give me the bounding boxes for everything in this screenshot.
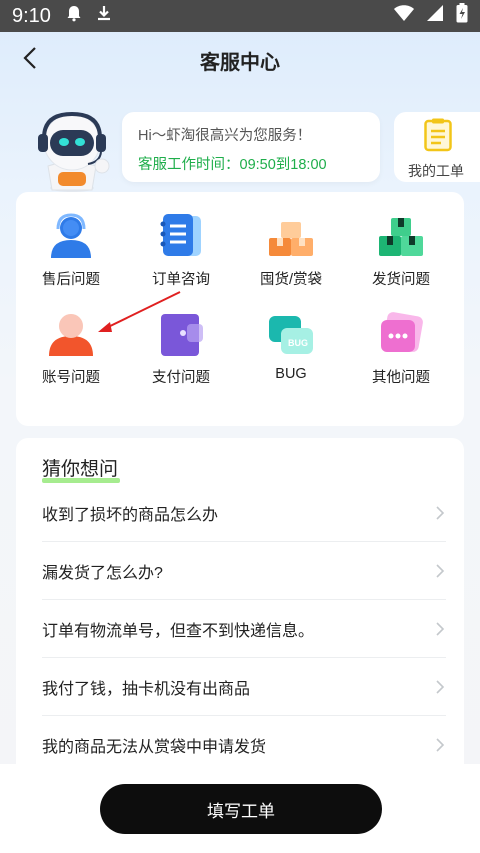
faq-item[interactable]: 漏发货了怎么办? <box>42 542 446 600</box>
user-avatar-icon <box>47 310 95 358</box>
robot-mascot-icon <box>28 108 116 192</box>
faq-question: 收到了损坏的商品怎么办 <box>42 506 219 524</box>
chevron-right-icon <box>434 505 446 520</box>
faq-item[interactable]: 我付了钱，抽卡机没有出商品 <box>42 658 446 716</box>
service-hours-text: 客服工作时间：09:50到18:00 <box>138 157 327 173</box>
faq-item[interactable]: 订单有物流单号，但查不到快递信息。 <box>42 600 446 658</box>
faq-title: 猜你想问 <box>42 459 119 480</box>
faq-title-wrap: 猜你想问 <box>42 454 120 483</box>
notebook-icon <box>157 212 205 260</box>
category-shipping[interactable]: 发货问题 <box>346 192 456 288</box>
category-other[interactable]: 其他问题 <box>346 290 456 386</box>
category-order-inquiry[interactable]: 订单咨询 <box>126 192 236 288</box>
clipboard-icon <box>424 118 452 157</box>
category-bug[interactable]: BUG BUG <box>236 290 346 386</box>
category-label: 囤货/赏袋 <box>259 272 323 288</box>
my-tickets-label: 我的工单 <box>408 163 464 179</box>
category-after-sales[interactable]: 售后问题 <box>16 192 126 288</box>
back-button[interactable] <box>14 44 46 76</box>
faq-question: 我付了钱，抽卡机没有出商品 <box>42 680 251 698</box>
wifi-icon <box>394 4 414 28</box>
svg-text:BUG: BUG <box>288 338 308 348</box>
category-label: 订单咨询 <box>152 272 210 288</box>
category-label: 支付问题 <box>152 370 210 386</box>
category-label: 其他问题 <box>372 370 430 386</box>
faq-question: 漏发货了怎么办? <box>42 564 163 582</box>
status-time: 9:10 <box>12 4 51 27</box>
submit-ticket-button[interactable]: 填写工单 <box>100 784 382 834</box>
category-label: 账号问题 <box>42 370 100 386</box>
boxes-icon <box>267 212 315 260</box>
greeting-text: Hi～虾淘很高兴为您服务！ <box>138 128 312 144</box>
chevron-right-icon <box>434 738 446 752</box>
my-tickets-button[interactable]: 我的工单 <box>394 112 480 182</box>
bug-chat-icon: BUG <box>267 310 315 358</box>
status-bar: 9:10 <box>0 0 480 32</box>
download-icon <box>95 4 113 28</box>
more-chat-icon <box>377 310 425 358</box>
category-label: BUG <box>275 366 307 382</box>
category-account[interactable]: 账号问题 <box>16 290 126 386</box>
faq-question: 我的商品无法从赏袋中申请发货 <box>42 739 267 756</box>
wallet-icon <box>157 310 205 358</box>
chevron-right-icon <box>434 563 446 578</box>
notification-bell-icon <box>65 4 83 28</box>
header: 客服中心 <box>0 32 480 88</box>
chevron-right-icon <box>434 679 446 694</box>
category-payment[interactable]: 支付问题 <box>126 290 236 386</box>
faq-panel: 猜你想问 收到了损坏的商品怎么办 漏发货了怎么办? 订单有物流单号，但查不到快递… <box>16 438 464 778</box>
signal-icon <box>426 4 444 28</box>
shipping-box-icon <box>377 212 425 260</box>
page-title: 客服中心 <box>200 51 280 74</box>
category-panel: 售后问题 订单咨询 囤货/赏袋 发货问题 账号问题 支付问题 BUG BUG 其… <box>16 192 464 426</box>
headset-person-icon <box>47 212 95 260</box>
category-stock-bag[interactable]: 囤货/赏袋 <box>236 192 346 288</box>
greeting-card: Hi～虾淘很高兴为您服务！ 客服工作时间：09:50到18:00 <box>122 112 380 182</box>
category-label: 售后问题 <box>42 272 100 288</box>
faq-question: 订单有物流单号，但查不到快递信息。 <box>42 622 315 640</box>
battery-icon <box>456 3 468 29</box>
chevron-left-icon <box>22 46 38 75</box>
category-label: 发货问题 <box>372 272 430 288</box>
chevron-right-icon <box>434 621 446 636</box>
faq-item[interactable]: 收到了损坏的商品怎么办 <box>42 484 446 542</box>
